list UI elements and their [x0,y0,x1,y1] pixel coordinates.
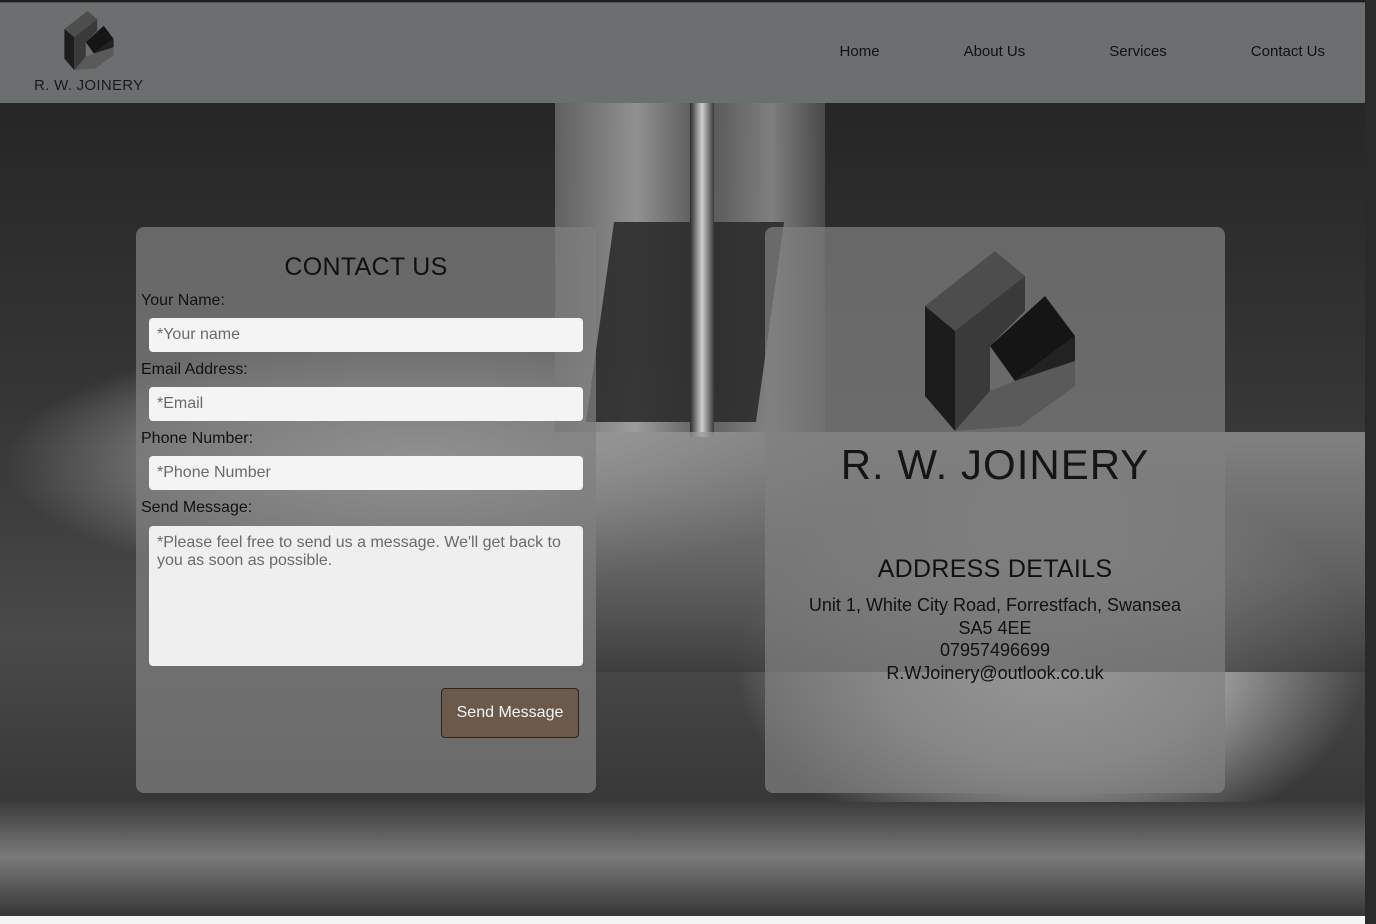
phone-input[interactable] [149,456,583,490]
phone-label: Phone Number: [141,430,254,447]
main-nav: Home About Us Services Contact Us [756,43,1325,60]
logo-cube-icon [925,251,1075,431]
rw-joinery-logo [915,251,1085,451]
site-header: R. W. JOINERY Home About Us Services Con… [0,2,1365,103]
header-brand: R. W. JOINERY [34,77,144,94]
message-label: Send Message: [141,499,253,516]
address-title: ADDRESS DETAILS [877,555,1113,583]
contact-form-panel: CONTACT US Your Name: Email Address: Pho… [136,227,596,793]
nav-services[interactable]: Services [1109,43,1167,60]
send-message-button[interactable]: Send Message [441,688,579,738]
map-strip [0,916,1365,924]
email-input[interactable] [149,387,583,421]
email-label: Email Address: [141,361,248,378]
name-input[interactable] [149,318,583,352]
contact-title: CONTACT US [284,253,448,281]
logo-cube-icon [64,11,114,71]
nav-about-us[interactable]: About Us [964,43,1026,60]
hero-background-image: CONTACT US Your Name: Email Address: Pho… [0,102,1365,924]
window-edge [1365,0,1376,924]
nav-home[interactable]: Home [840,43,880,60]
bandsaw-guide [585,222,785,422]
address-line: Unit 1, White City Road, Forrestfach, Sw… [808,595,1182,615]
address-panel: R. W. JOINERY ADDRESS DETAILS Unit 1, Wh… [765,227,1225,793]
header-logo[interactable]: R. W. JOINERY [34,11,144,99]
nav-contact-us[interactable]: Contact Us [1251,43,1325,60]
bandsaw-blade [690,102,714,437]
message-textarea[interactable] [149,526,583,666]
phone-number: 07957496699 [939,640,1051,660]
logo-wordmark: R. W. JOINERY [840,441,1150,488]
page: CONTACT US Your Name: Email Address: Pho… [0,0,1365,924]
email-address: R.WJoinery@outlook.co.uk [886,663,1104,683]
name-label: Your Name: [141,292,225,309]
saw-table [0,802,1365,924]
postcode: SA5 4EE [958,618,1032,638]
